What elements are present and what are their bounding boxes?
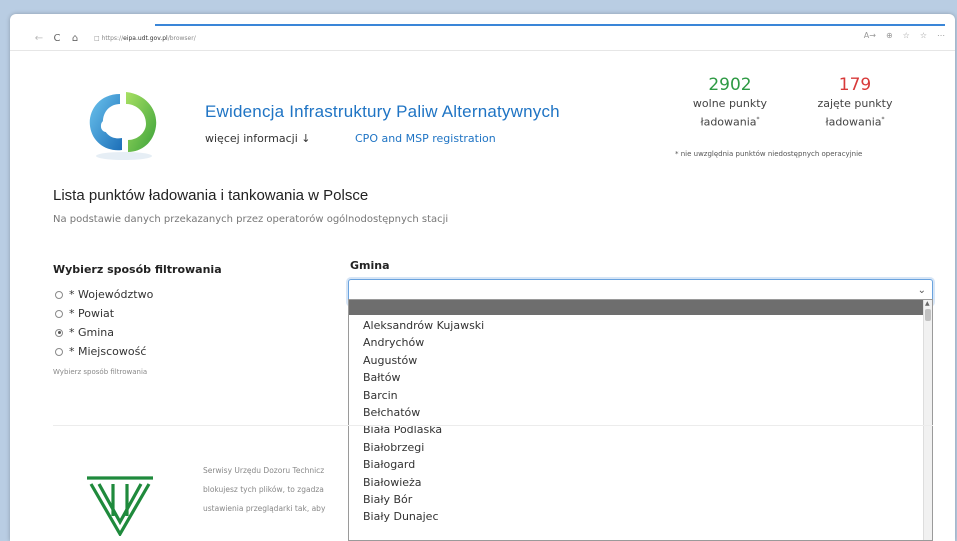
page-subtitle: Na podstawie danych przekazanych przez o…: [53, 214, 449, 225]
radio-label: * Gmina: [69, 326, 115, 339]
tracking-icon[interactable]: ☆: [903, 31, 910, 40]
lock-icon: □: [94, 34, 100, 42]
list-item[interactable]: Bałtów: [363, 369, 484, 386]
browser-window: ← C ⌂ □ https://eipa.udt.gov.pl/browser/…: [10, 14, 955, 541]
browser-toolbar: ← C ⌂ □ https://eipa.udt.gov.pl/browser/…: [10, 26, 955, 50]
read-aloud-icon[interactable]: A→: [864, 31, 876, 40]
site-title[interactable]: Ewidencja Infrastruktury Paliw Alternaty…: [205, 102, 560, 122]
radio-gmina[interactable]: [55, 328, 63, 337]
url-prefix: https://: [101, 34, 124, 42]
chevron-down-icon[interactable]: ⌄: [918, 285, 926, 296]
udt-logo-icon: [87, 476, 153, 536]
gmina-dropdown-list[interactable]: Aleksandrów Kujawski Andrychów Augustów …: [348, 299, 933, 541]
footer-line-3: ustawienia przeglądarki tak, aby: [203, 504, 326, 513]
list-item[interactable]: Andrychów: [363, 334, 484, 351]
list-item[interactable]: Biały Bór: [363, 491, 484, 508]
url-host: eipa.udt.gov.pl: [123, 34, 168, 42]
favorites-icon[interactable]: ☆: [920, 31, 927, 40]
list-item[interactable]: Barcin: [363, 387, 484, 404]
footer-line-1: Serwisy Urzędu Dozoru Technicz: [203, 466, 325, 475]
scroll-up-arrow-icon[interactable]: ▲: [925, 300, 930, 307]
list-item[interactable]: Bełchatów: [363, 404, 484, 421]
filter-option-gmina[interactable]: * Gmina: [55, 323, 153, 342]
free-points-label-1: wolne punkty: [692, 97, 768, 110]
busy-points-label-1: zajęte punkty: [817, 97, 893, 110]
list-item[interactable]: Białobrzegi: [363, 439, 484, 456]
filter-radio-group: * Województwo * Powiat * Gmina * Miejsco…: [55, 285, 153, 361]
footer-cookie-text: Serwisy Urzędu Dozoru Technicz blokujesz…: [203, 461, 348, 518]
stats-footnote: * nie uwzględnia punktów niedostępnych o…: [675, 150, 863, 158]
dropdown-options: Aleksandrów Kujawski Andrychów Augustów …: [363, 317, 484, 526]
toolbar-right-icons: A→ ⊕ ☆ ☆ ⋯: [864, 31, 945, 40]
footer-divider: [53, 425, 933, 426]
filter-option-wojewodztwo[interactable]: * Województwo: [55, 285, 153, 304]
filter-title: Wybierz sposób filtrowania: [53, 263, 222, 276]
toolbar-divider: [10, 50, 955, 51]
more-info-link[interactable]: więcej informacji ↓: [205, 132, 310, 145]
busy-points-label-2: ładowania*: [825, 115, 885, 129]
url-path: /browser/: [167, 34, 196, 42]
footer-line-2: blokujesz tych plików, to zgadza: [203, 485, 324, 494]
busy-points-count: 179: [838, 75, 872, 95]
radio-powiat[interactable]: [55, 309, 63, 318]
home-icon[interactable]: ⌂: [66, 33, 84, 44]
list-item[interactable]: Biały Dunajec: [363, 508, 484, 525]
back-arrow-icon[interactable]: ←: [30, 33, 48, 44]
free-points-count: 2902: [708, 75, 752, 95]
list-item[interactable]: Białogard: [363, 456, 484, 473]
address-bar[interactable]: □ https://eipa.udt.gov.pl/browser/: [94, 35, 196, 42]
dropdown-scrollbar[interactable]: ▲: [923, 300, 932, 540]
stat-free-points: 2902 wolne punkty ładowania*: [680, 74, 780, 131]
list-item[interactable]: Aleksandrów Kujawski: [363, 317, 484, 334]
svg-text:e: e: [100, 113, 115, 138]
radio-label: * Województwo: [69, 288, 154, 301]
dropdown-highlighted-option[interactable]: [349, 300, 924, 315]
gmina-label: Gmina: [350, 259, 390, 272]
filter-option-powiat[interactable]: * Powiat: [55, 304, 153, 323]
cpo-registration-link[interactable]: CPO and MSP registration: [355, 132, 496, 145]
radio-miejscowosc[interactable]: [55, 347, 63, 356]
list-item[interactable]: Augustów: [363, 352, 484, 369]
radio-label: * Miejscowość: [69, 345, 147, 358]
eipa-logo-icon[interactable]: e: [80, 82, 168, 162]
radio-wojewodztwo[interactable]: [55, 290, 63, 299]
zoom-icon[interactable]: ⊕: [886, 31, 893, 40]
filter-option-miejscowosc[interactable]: * Miejscowość: [55, 342, 153, 361]
radio-label: * Powiat: [69, 307, 115, 320]
list-item[interactable]: Białowieża: [363, 474, 484, 491]
free-points-label-2: ładowania*: [700, 115, 760, 129]
filter-hint: Wybierz sposób filtrowania: [53, 368, 148, 376]
more-icon[interactable]: ⋯: [937, 31, 945, 40]
stat-busy-points: 179 zajęte punkty ładowania*: [800, 74, 910, 131]
page-title: Lista punktów ładowania i tankowania w P…: [53, 187, 369, 204]
refresh-icon[interactable]: C: [48, 33, 66, 44]
scrollbar-thumb[interactable]: [925, 309, 931, 321]
list-item[interactable]: Biała Podlaska: [363, 421, 484, 438]
